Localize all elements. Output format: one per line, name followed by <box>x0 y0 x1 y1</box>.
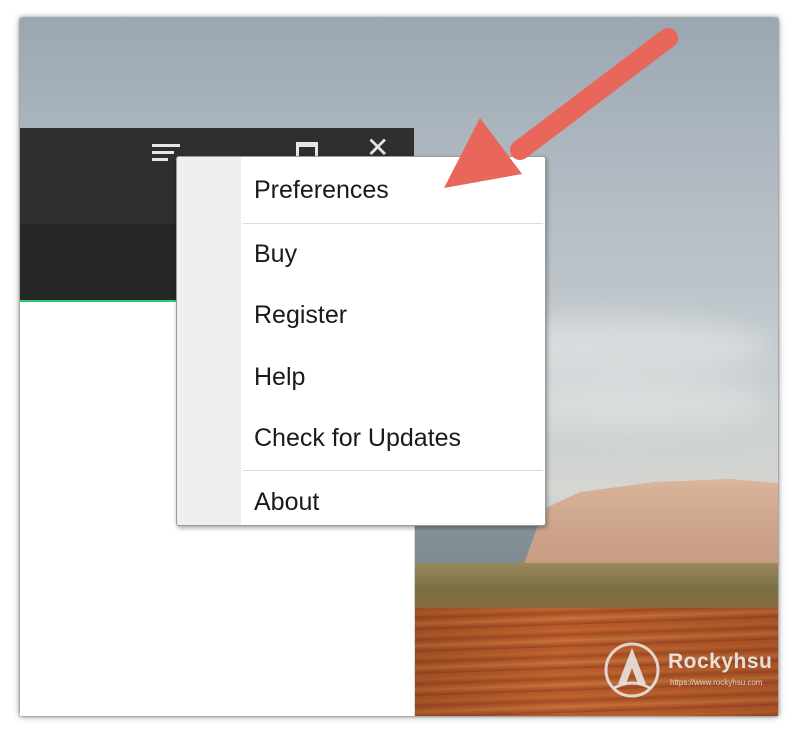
watermark-brand: Rockyhsu <box>668 650 773 673</box>
menu-item-about[interactable]: About <box>254 488 319 517</box>
rockyhsu-logo-icon <box>604 642 660 698</box>
plateau <box>414 563 778 613</box>
menu-item-buy[interactable]: Buy <box>254 240 297 269</box>
menu-icon-gutter <box>177 157 241 525</box>
menu-item-check-for-updates[interactable]: Check for Updates <box>254 424 461 453</box>
menu-item-help[interactable]: Help <box>254 363 305 392</box>
menu-item-register[interactable]: Register <box>254 301 347 330</box>
screenshot-frame: ✕ Preferences Buy Register Help Check fo… <box>20 18 778 716</box>
menu-separator <box>243 223 543 224</box>
watermark: Rockyhsu https://www.rockyhsu.com <box>598 636 778 706</box>
context-menu: Preferences Buy Register Help Check for … <box>176 156 546 526</box>
watermark-url: https://www.rockyhsu.com <box>670 678 763 687</box>
menu-separator <box>243 470 543 471</box>
menu-item-preferences[interactable]: Preferences <box>254 176 389 205</box>
